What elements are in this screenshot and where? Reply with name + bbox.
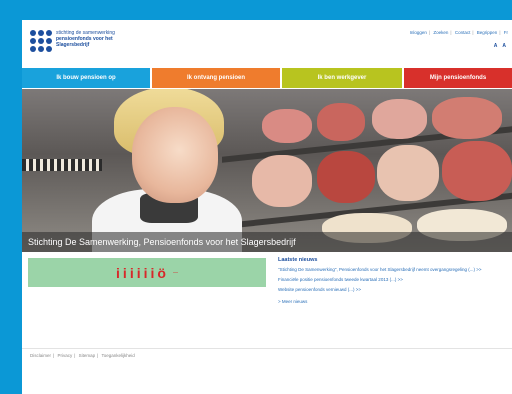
logo[interactable]: stichting de samenwerking pensioenfonds … [30, 30, 115, 52]
footer-disclaimer[interactable]: Disclaimer [30, 353, 51, 358]
font-larger-button[interactable]: A [502, 43, 506, 49]
news-item[interactable]: Financiële positie pensioenfonds tweede … [278, 277, 508, 283]
promo-banner[interactable]: iiiiiiö — [28, 258, 266, 287]
logo-mark-icon [30, 30, 52, 52]
news-title: Laatste nieuws [278, 257, 318, 263]
logo-text: stichting de samenwerking pensioenfonds … [56, 30, 115, 48]
banner-tag: — [172, 269, 178, 276]
news-section: Laatste nieuws "Stichting De Samenwerkin… [278, 257, 508, 304]
toplink-begrippen[interactable]: Begrippen [477, 30, 498, 35]
footer-privacy[interactable]: Privacy [57, 353, 72, 358]
toplink-contact[interactable]: Contact [455, 30, 471, 35]
footer-sitemap[interactable]: Sitemap [79, 353, 96, 358]
footer-divider [22, 348, 512, 349]
footer-toegankelijkheid[interactable]: Toegankelijkheid [102, 353, 135, 358]
hero-image: Stichting De Samenwerking, Pensioenfonds… [22, 89, 512, 252]
header: stichting de samenwerking pensioenfonds … [22, 20, 512, 90]
more-news-link[interactable]: > Meer nieuws [278, 299, 508, 304]
nav-mijn-pensioenfonds[interactable]: Mijn pensioenfonds [404, 68, 512, 88]
news-item[interactable]: Website pensioenfonds vernieuwd (...) >> [278, 287, 508, 293]
font-size-controls: A A [494, 43, 506, 49]
main-nav: Ik bouw pensioen op Ik ontvang pensioen … [22, 68, 512, 88]
page: stichting de samenwerking pensioenfonds … [22, 20, 512, 394]
toplink-language[interactable]: Fr [504, 30, 508, 35]
font-smaller-button[interactable]: A [494, 43, 498, 49]
footer: Disclaimer | Privacy | Sitemap | Toegankeli… [30, 353, 135, 358]
nav-ik-ben-werkgever[interactable]: Ik ben werkgever [282, 68, 402, 88]
news-item[interactable]: "Stichting De Samenwerking", Pensioenfon… [278, 267, 508, 273]
banner-figures: iiiiiiö [116, 264, 169, 281]
toplink-inloggen[interactable]: Inloggen [410, 30, 427, 35]
top-links: Inloggen | Zoeken | Contact | Begrippen | Fr [409, 30, 508, 35]
hero-caption: Stichting De Samenwerking, Pensioenfonds… [22, 232, 512, 252]
toplink-zoeken[interactable]: Zoeken [433, 30, 448, 35]
nav-ik-ontvang-pensioen[interactable]: Ik ontvang pensioen [152, 68, 280, 88]
logo-line-3: Slagersbedrijf [56, 42, 90, 48]
nav-ik-bouw-pensioen-op[interactable]: Ik bouw pensioen op [22, 68, 150, 88]
